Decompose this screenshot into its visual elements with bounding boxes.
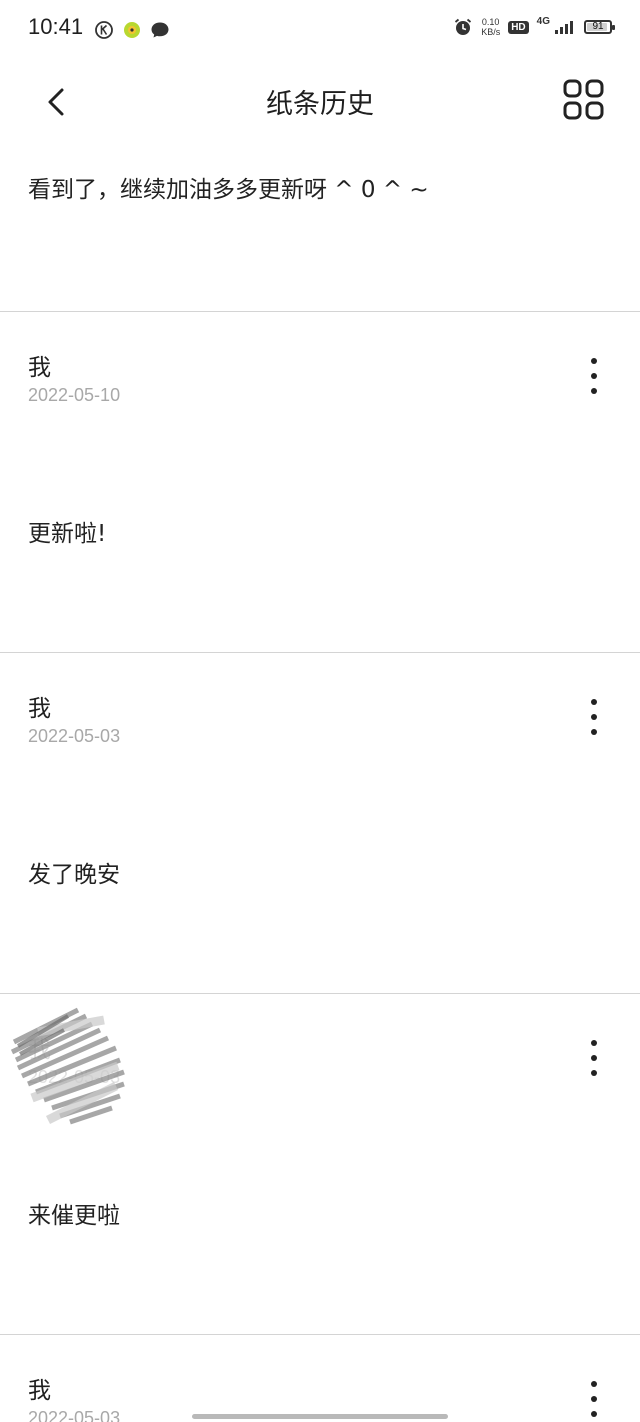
battery-icon: 91	[584, 20, 615, 34]
note-author: 我	[28, 1378, 51, 1404]
more-vertical-icon-dot	[591, 1396, 597, 1402]
notification-icons	[94, 20, 170, 40]
note-date: 2022-05-03	[28, 726, 121, 746]
more-vertical-icon-dot	[591, 729, 597, 735]
status-time: 10:41	[28, 14, 84, 39]
more-options-button[interactable]	[584, 699, 604, 739]
grid-icon	[563, 79, 604, 120]
more-vertical-icon-dot	[591, 358, 597, 364]
message-bubble-icon	[151, 22, 169, 38]
more-vertical-icon-dot	[591, 1040, 597, 1046]
note-author: 我	[28, 696, 51, 722]
note-card: 我 2022-05-03	[0, 1335, 640, 1422]
note-card: 我 2022-05-03 发了晚安	[0, 653, 640, 993]
note-date: 2022-05-10	[28, 385, 121, 405]
hd-badge: HD	[508, 20, 529, 34]
k-app-icon	[95, 21, 113, 39]
page-title: 纸条历史	[266, 89, 374, 120]
note-body: 发了晚安	[28, 862, 120, 888]
scribble-redaction	[10, 1007, 125, 1125]
network-speed: 0.10 KB/s	[481, 17, 500, 37]
note-author: 我	[28, 355, 51, 381]
intro-note-text: 看到了，继续加油多多更新呀 ^ 0 ^ ~	[28, 177, 429, 203]
game-icon	[124, 22, 140, 38]
more-vertical-icon-dot	[591, 699, 597, 705]
note-body: 来催更啦	[28, 1203, 120, 1229]
more-vertical-icon-dot	[591, 1070, 597, 1076]
alarm-icon	[455, 18, 472, 35]
network-type: 4G	[536, 15, 550, 27]
status-bar: 10:41 0.10 KB/s HD 4G 91	[0, 0, 640, 60]
more-vertical-icon-dot	[591, 373, 597, 379]
network-speed-value: 0.10	[481, 17, 500, 27]
system-status: 0.10 KB/s HD 4G 91	[453, 15, 615, 37]
battery-level: 91	[592, 21, 604, 32]
home-indicator[interactable]	[192, 1414, 448, 1419]
grid-menu-button[interactable]	[562, 78, 606, 122]
note-body: 更新啦!	[28, 521, 107, 547]
network-speed-unit: KB/s	[481, 27, 501, 37]
more-options-button[interactable]	[584, 358, 604, 398]
note-card: 我 2022-05-03 来催更啦	[0, 994, 640, 1334]
signal-icon	[555, 21, 573, 34]
more-vertical-icon-dot	[591, 1411, 597, 1417]
more-options-button[interactable]	[584, 1040, 604, 1080]
more-vertical-icon-dot	[591, 1381, 597, 1387]
more-vertical-icon-dot	[591, 388, 597, 394]
note-card: 我 2022-05-10 更新啦!	[0, 312, 640, 652]
header: 纸条历史	[0, 60, 640, 144]
note-date: 2022-05-03	[28, 1408, 121, 1422]
more-vertical-icon-dot	[591, 1055, 597, 1061]
more-vertical-icon-dot	[591, 714, 597, 720]
more-options-button[interactable]	[584, 1381, 604, 1421]
